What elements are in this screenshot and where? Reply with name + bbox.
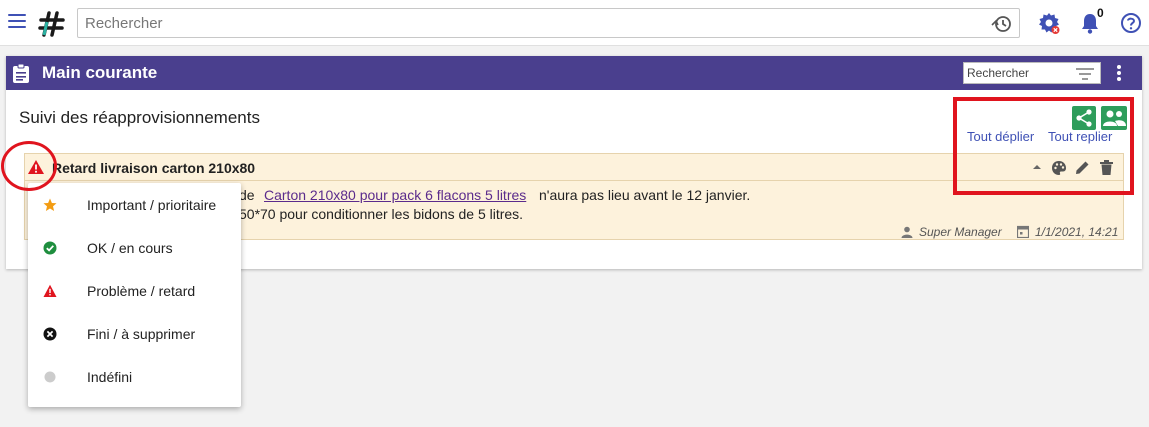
clipboard-icon (13, 63, 29, 83)
warning-icon (43, 284, 57, 297)
card-search[interactable] (963, 62, 1101, 84)
status-option-label: Important / prioritaire (87, 197, 217, 213)
top-bar: 0 (0, 0, 1149, 46)
entry-text-lead: de (239, 187, 255, 203)
global-search[interactable] (77, 8, 1020, 38)
entry-text-line-2-content: 50*70 pour conditionner les bidons de 5 … (239, 206, 524, 222)
status-option-ok[interactable]: OK / en cours (28, 226, 241, 269)
status-option-label: Problème / retard (87, 283, 196, 299)
status-option-label: OK / en cours (87, 240, 173, 256)
product-link[interactable]: Carton 210x80 pour pack 6 flacons 5 litr… (264, 187, 526, 203)
card-title: Main courante (42, 63, 158, 82)
check-circle-icon (43, 241, 57, 255)
entry-title: Retard livraison carton 210x80 (52, 160, 256, 176)
search-input[interactable] (78, 9, 958, 37)
status-option-done[interactable]: Fini / à supprimer (28, 312, 241, 355)
filter-icon[interactable] (1076, 67, 1094, 81)
app-logo-icon[interactable] (38, 10, 66, 38)
settings-gear-icon[interactable] (1037, 11, 1061, 35)
entry-text-tail: n'aura pas lieu avant le 12 janvier. (539, 187, 751, 203)
entry-author: Super Manager (919, 225, 1002, 239)
notification-count-badge: 0 (1097, 6, 1104, 20)
person-icon (901, 226, 913, 238)
status-option-label: Fini / à supprimer (87, 326, 196, 342)
cancel-circle-icon (43, 327, 57, 341)
circle-icon (44, 371, 56, 383)
status-dropdown-menu: Important / prioritaire OK / en cours Pr… (28, 183, 241, 407)
status-option-important[interactable]: Important / prioritaire (28, 183, 241, 226)
status-option-problem[interactable]: Problème / retard (28, 269, 241, 312)
status-option-label: Indéfini (87, 369, 133, 385)
card-search-input[interactable] (964, 63, 1072, 83)
more-options-icon[interactable] (1114, 64, 1124, 82)
card-header: Main courante (6, 56, 1142, 90)
menu-icon[interactable] (8, 14, 26, 30)
calendar-icon (1017, 225, 1029, 238)
annotation-rectangle (953, 97, 1134, 195)
section-title: Suivi des réapprovisionnements (19, 108, 260, 127)
entry-date: 1/1/2021, 14:21 (1035, 225, 1119, 239)
search-history-icon[interactable] (989, 12, 1013, 36)
help-icon[interactable] (1120, 12, 1142, 34)
annotation-circle (1, 141, 57, 191)
status-option-undefined[interactable]: Indéfini (28, 355, 241, 398)
star-icon (43, 198, 57, 211)
